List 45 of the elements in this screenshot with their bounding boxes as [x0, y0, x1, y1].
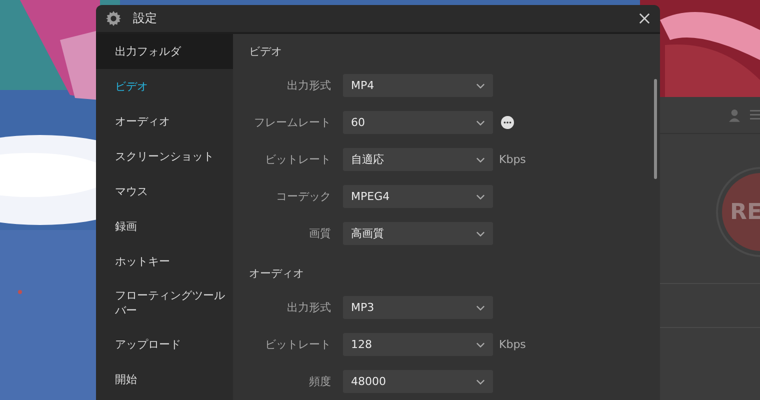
caret-icon	[476, 156, 485, 162]
section-heading: ビデオ	[249, 44, 283, 60]
sidebar-item[interactable]: スクリーンショット	[96, 139, 233, 174]
sidebar-item[interactable]: ビデオ	[96, 69, 233, 104]
field-label: 出力形式	[286, 78, 331, 93]
scrollbar[interactable]	[654, 79, 657, 179]
dropdown[interactable]: 60	[343, 111, 493, 134]
caret-icon	[476, 230, 485, 236]
dropdown[interactable]: 自適応	[343, 148, 493, 171]
window-title: 設定	[133, 10, 158, 27]
sidebar-item[interactable]: 出力フォルダ	[96, 34, 233, 69]
field-label: 画質	[308, 226, 331, 241]
caret-icon	[476, 378, 485, 384]
field-label: 頻度	[308, 374, 331, 389]
sidebar-item[interactable]: 開始	[96, 362, 233, 397]
more-icon[interactable]	[501, 116, 514, 129]
user-icon[interactable]	[729, 108, 740, 122]
field-label: コーデック	[275, 189, 331, 204]
caret-icon	[476, 194, 485, 200]
caret-icon	[476, 120, 485, 126]
sidebar-item[interactable]: フローティングツールバー	[96, 279, 233, 327]
dropdown[interactable]: 128	[343, 333, 493, 356]
unit-label: Kbps	[499, 338, 526, 351]
dropdown[interactable]: MP3	[343, 296, 493, 319]
settings-icon	[106, 11, 121, 26]
close-icon[interactable]	[639, 13, 650, 24]
field-label: ビットレート	[264, 337, 331, 352]
sidebar-item[interactable]: アップロード	[96, 327, 233, 362]
dropdown[interactable]: 高画質	[343, 222, 493, 245]
dropdown[interactable]: MP4	[343, 74, 493, 97]
sidebar-item[interactable]: マウス	[96, 174, 233, 209]
sidebar-item[interactable]: オーディオ	[96, 104, 233, 139]
sidebar-item[interactable]: 録画	[96, 209, 233, 244]
sidebar-item[interactable]: ホットキー	[96, 244, 233, 279]
field-label: 出力形式	[286, 300, 331, 315]
caret-icon	[476, 82, 485, 88]
dropdown[interactable]: 48000	[343, 370, 493, 393]
field-label: フレームレート	[253, 115, 331, 130]
caret-icon	[476, 342, 485, 348]
dropdown[interactable]: MPEG4	[343, 185, 493, 208]
caret-icon	[476, 304, 485, 310]
menu-icon[interactable]	[750, 110, 760, 120]
section-heading: オーディオ	[249, 266, 305, 282]
field-label: ビットレート	[264, 152, 331, 167]
unit-label: Kbps	[499, 153, 526, 166]
